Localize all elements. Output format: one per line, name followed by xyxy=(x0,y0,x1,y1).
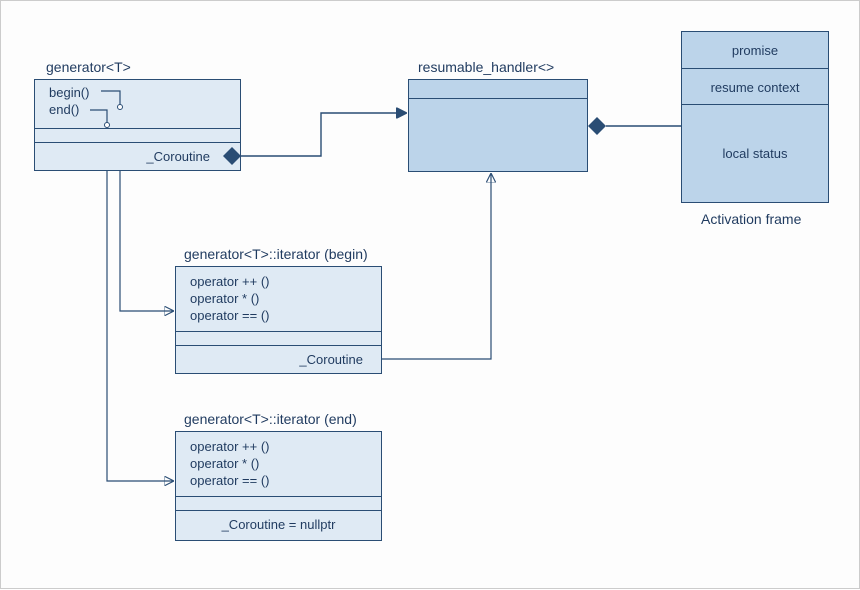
iterator-end-box: operator ++ () operator * () operator ==… xyxy=(175,431,382,541)
edge-generator-to-handler xyxy=(241,113,406,156)
iterator-begin-title: generator<T>::iterator (begin) xyxy=(184,246,368,262)
generator-title: generator<T> xyxy=(46,59,131,75)
iterator-end-method: operator * () xyxy=(190,455,367,472)
iterator-end-title: generator<T>::iterator (end) xyxy=(184,411,357,427)
edge-iterator-to-handler xyxy=(382,174,491,359)
edge-end-to-iterator xyxy=(107,171,173,481)
iterator-begin-box: operator ++ () operator * () operator ==… xyxy=(175,266,382,374)
iterator-begin-method: operator ++ () xyxy=(190,273,367,290)
iterator-begin-field: _Coroutine xyxy=(176,345,381,373)
activation-row: resume context xyxy=(682,68,828,104)
iterator-end-method: operator ++ () xyxy=(190,438,367,455)
iterator-begin-method: operator == () xyxy=(190,307,367,324)
diagram-canvas: generator<T> begin() end() _Coroutine re… xyxy=(0,0,860,589)
handler-title: resumable_handler<> xyxy=(418,59,554,75)
generator-method: end() xyxy=(49,101,226,118)
iterator-end-field: _Coroutine = nullptr xyxy=(176,510,381,538)
activation-row: local status xyxy=(682,104,828,202)
generator-box: begin() end() _Coroutine xyxy=(34,79,241,171)
diamond-icon xyxy=(588,117,606,135)
activation-frame-caption: Activation frame xyxy=(701,211,801,227)
edge-begin-to-iterator xyxy=(120,171,173,311)
iterator-end-method: operator == () xyxy=(190,472,367,489)
generator-method: begin() xyxy=(49,84,226,101)
activation-frame-box: promise resume context local status xyxy=(681,31,829,203)
generator-field: _Coroutine xyxy=(35,142,240,170)
handler-box xyxy=(408,79,588,172)
activation-row: promise xyxy=(682,32,828,68)
iterator-begin-method: operator * () xyxy=(190,290,367,307)
